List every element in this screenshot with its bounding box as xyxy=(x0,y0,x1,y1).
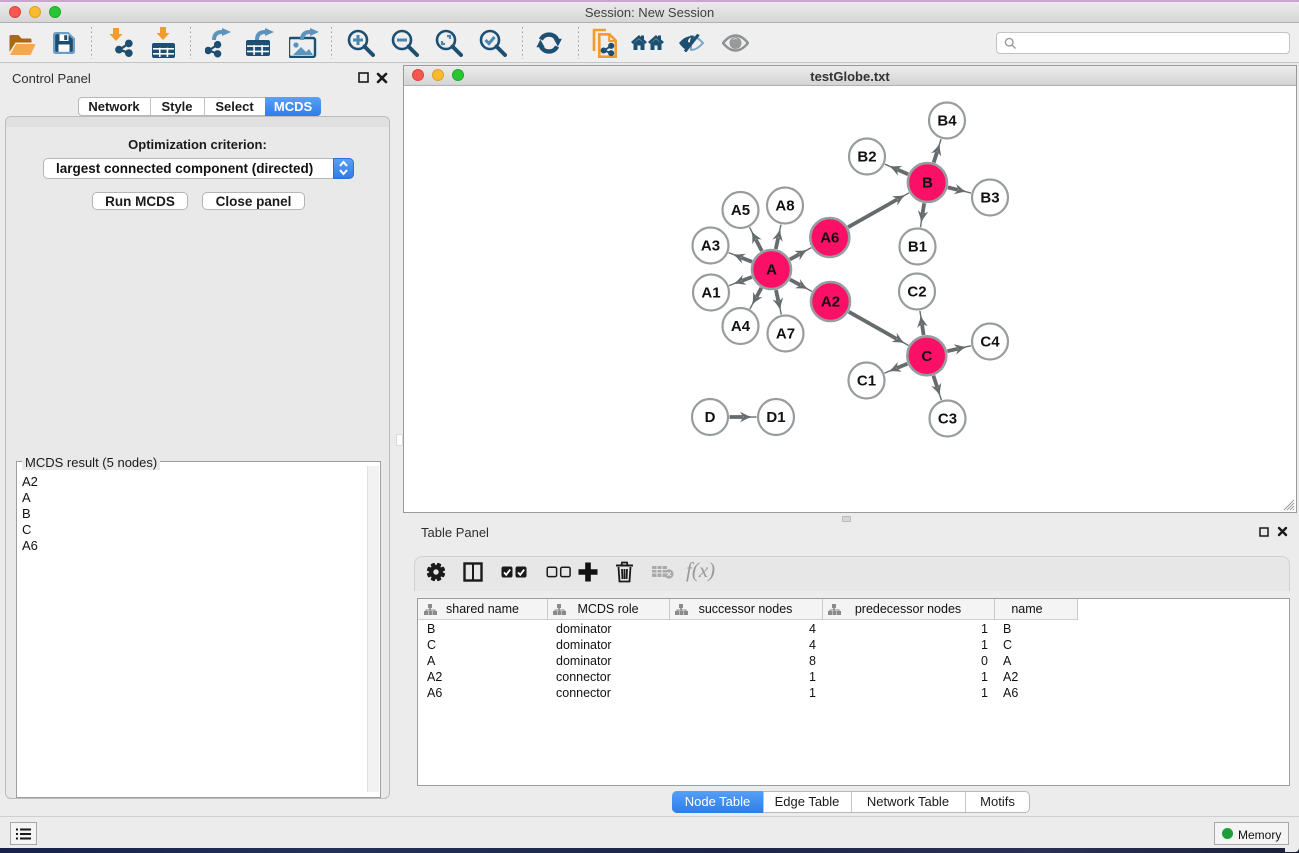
svg-text:A5: A5 xyxy=(731,202,750,219)
svg-text:A3: A3 xyxy=(701,238,720,255)
svg-text:C3: C3 xyxy=(938,411,957,428)
svg-text:A: A xyxy=(766,262,777,279)
svg-text:A6: A6 xyxy=(820,230,839,247)
svg-text:D1: D1 xyxy=(766,409,785,426)
svg-text:B2: B2 xyxy=(857,149,876,166)
svg-text:A4: A4 xyxy=(731,318,751,335)
svg-text:B4: B4 xyxy=(937,113,957,130)
svg-text:C4: C4 xyxy=(980,334,1000,351)
svg-text:A2: A2 xyxy=(821,294,840,311)
svg-text:A8: A8 xyxy=(775,198,794,215)
svg-text:A1: A1 xyxy=(701,285,720,302)
svg-text:C1: C1 xyxy=(857,373,876,390)
svg-text:B1: B1 xyxy=(908,239,927,256)
svg-text:D: D xyxy=(705,409,716,426)
svg-text:C2: C2 xyxy=(907,284,926,301)
svg-text:B3: B3 xyxy=(980,190,999,207)
svg-text:A7: A7 xyxy=(776,326,795,343)
svg-text:C: C xyxy=(921,348,932,365)
svg-text:B: B xyxy=(922,175,933,192)
